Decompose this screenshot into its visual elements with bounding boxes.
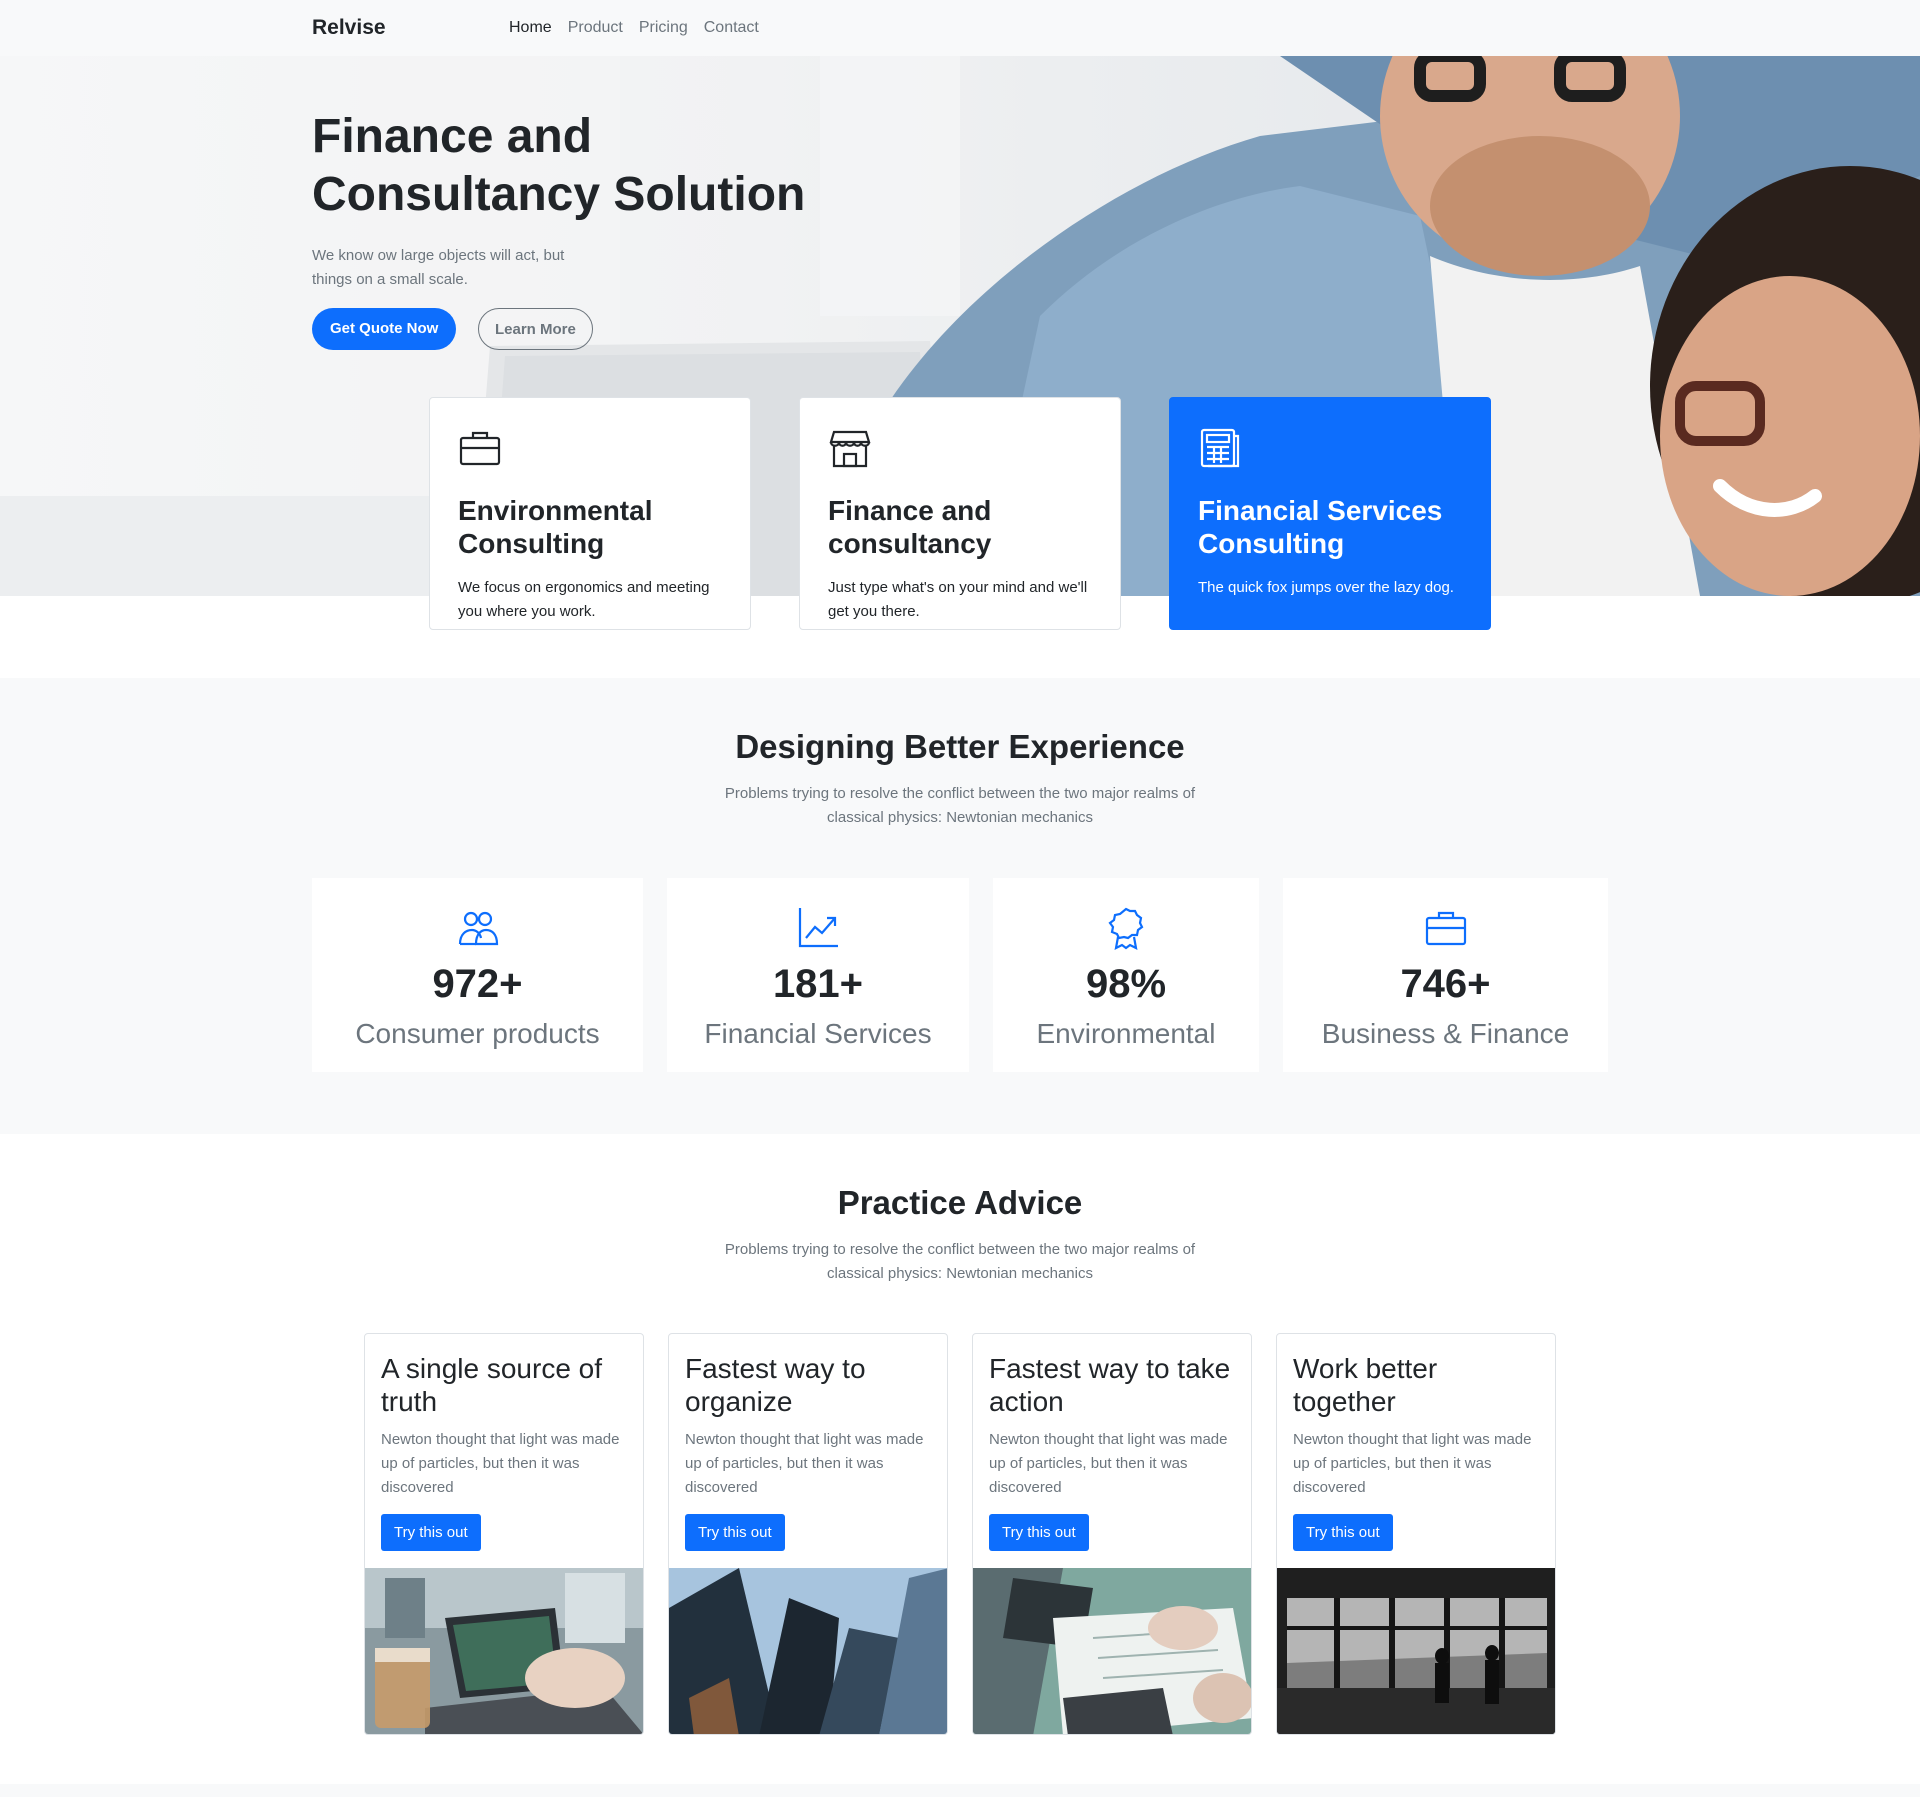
stat-card-environmental: 98% Environmental	[993, 878, 1259, 1072]
nav-link-pricing[interactable]: Pricing	[639, 19, 688, 37]
award-icon	[1108, 907, 1144, 950]
practice-card-text: Newton thought that light was made up of…	[685, 1431, 924, 1496]
learn-more-button[interactable]: Learn More	[478, 308, 593, 350]
desk-paperwork-photo	[973, 1568, 1251, 1734]
feature-card-environmental[interactable]: Environmental Consulting We focus on erg…	[429, 397, 751, 630]
feature-text: The quick fox jumps over the lazy dog.	[1198, 579, 1454, 596]
get-quote-button[interactable]: Get Quote Now	[312, 308, 457, 350]
nav-links: Home Product Pricing Contact	[509, 19, 759, 37]
stat-card-consumer-products: 972+ Consumer products	[312, 878, 643, 1072]
section-title: Designing Better Experience	[735, 728, 1185, 765]
feature-card-finance[interactable]: Finance and consultancy Just type what's…	[799, 397, 1121, 630]
try-this-out-button[interactable]: Try this out	[989, 1514, 1089, 1551]
section-subtitle: Problems trying to resolve the conflict …	[724, 1241, 1196, 1282]
practice-card-text: Newton thought that light was made up of…	[1293, 1431, 1532, 1496]
nav-link-contact[interactable]: Contact	[704, 19, 759, 37]
practice-card: Fastest way to organize Newton thought t…	[668, 1333, 948, 1735]
practice-card-title: A single source of truth	[381, 1353, 603, 1417]
practice-card-text: Newton thought that light was made up of…	[989, 1431, 1228, 1496]
practice-card: Fastest way to take action Newton though…	[972, 1333, 1252, 1735]
feature-title: Finance and consultancy	[828, 495, 992, 559]
hero-title: Finance and Consultancy Solution	[312, 110, 806, 221]
feature-text: We focus on ergonomics and meeting you w…	[458, 579, 710, 620]
footer-strip	[0, 1784, 1920, 1797]
stat-card-business-finance: 746+ Business & Finance	[1283, 878, 1608, 1072]
feature-title: Environmental Consulting	[458, 495, 653, 559]
storefront-icon	[829, 430, 871, 468]
stat-label: Consumer products	[355, 1018, 600, 1049]
stat-value: 98%	[1085, 962, 1167, 1006]
feature-card-financial-services[interactable]: Financial Services Consulting The quick …	[1169, 397, 1491, 630]
navbar: Relvise Home Product Pricing Contact	[0, 0, 1920, 56]
practice-card-text: Newton thought that light was made up of…	[381, 1431, 620, 1496]
stat-label: Environmental	[1036, 1018, 1216, 1049]
users-icon	[458, 911, 498, 946]
try-this-out-button[interactable]: Try this out	[381, 1514, 481, 1551]
stat-value: 746+	[1400, 962, 1491, 1006]
feature-title: Financial Services Consulting	[1198, 495, 1443, 559]
chart-line-icon	[798, 908, 838, 948]
practice-card-title: Work better together	[1293, 1353, 1438, 1417]
hero-subtitle: We know ow large objects will act, but t…	[312, 247, 565, 288]
practice-card-title: Fastest way to take action	[989, 1353, 1231, 1417]
brand-logo[interactable]: Relvise	[312, 16, 386, 40]
stat-label: Financial Services	[704, 1018, 932, 1049]
stat-card-financial-services: 181+ Financial Services	[667, 878, 969, 1072]
practice-card-title: Fastest way to organize	[685, 1353, 866, 1417]
nav-link-product[interactable]: Product	[568, 19, 623, 37]
try-this-out-button[interactable]: Try this out	[1293, 1514, 1393, 1551]
stat-value: 972+	[432, 962, 523, 1006]
practice-card: Work better together Newton thought that…	[1276, 1333, 1556, 1735]
practice-section: Practice Advice Problems trying to resol…	[0, 1134, 1920, 1784]
laptop-cafe-photo	[365, 1568, 643, 1734]
section-subtitle: Problems trying to resolve the conflict …	[724, 785, 1196, 826]
briefcase-icon	[459, 431, 501, 466]
feature-text: Just type what's on your mind and we'll …	[828, 579, 1088, 620]
skyscrapers-photo	[669, 1568, 947, 1734]
stat-label: Business & Finance	[1321, 1018, 1570, 1049]
section-title: Practice Advice	[837, 1184, 1083, 1221]
try-this-out-button[interactable]: Try this out	[685, 1514, 785, 1551]
briefcase-icon	[1425, 911, 1466, 946]
office-window-bw-photo	[1277, 1568, 1555, 1734]
stat-value: 181+	[772, 962, 864, 1006]
calculator-icon	[1200, 428, 1240, 468]
nav-link-home[interactable]: Home	[509, 19, 552, 37]
stats-section: Designing Better Experience Problems try…	[0, 678, 1920, 1134]
practice-card: A single source of truth Newton thought …	[364, 1333, 644, 1735]
